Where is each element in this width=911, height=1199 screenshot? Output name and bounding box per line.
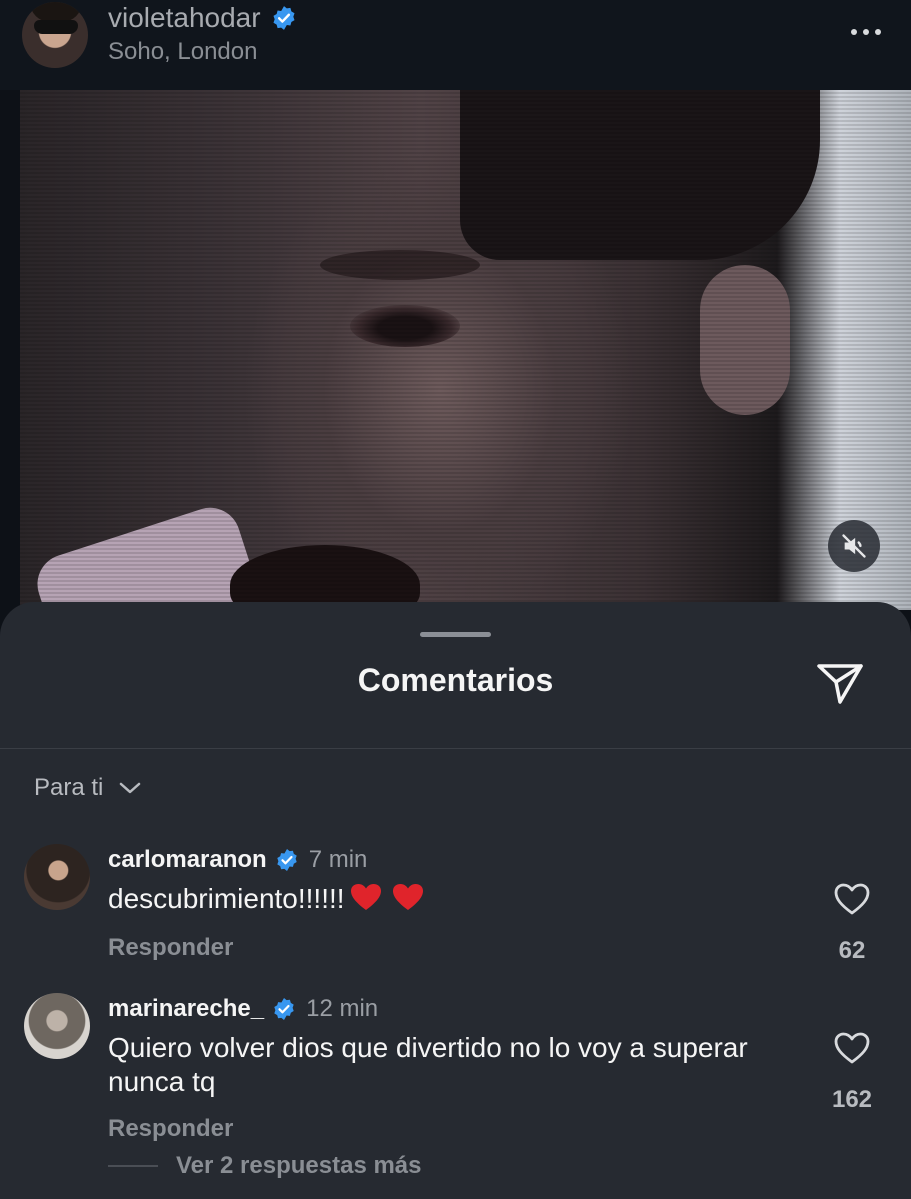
post-location[interactable]: Soho, London (108, 38, 257, 66)
heart-emoji-icon (392, 884, 423, 910)
commenter-row: carlomaranon 7 min (108, 846, 367, 874)
like-count: 162 (831, 1086, 873, 1113)
like-count: 62 (838, 937, 866, 964)
post-author-avatar[interactable] (22, 2, 88, 68)
sheet-divider (0, 748, 911, 749)
filter-label: Para ti (34, 774, 104, 801)
verified-badge-icon (274, 998, 294, 1020)
speaker-muted-icon (842, 534, 866, 558)
comment-text: descubrimiento!!!!!! (108, 883, 345, 914)
drag-handle[interactable] (420, 632, 491, 637)
comments-sheet: Comentarios Para ti carlomaranon 7 min d… (0, 602, 911, 1199)
commenter-row: marinareche_ 12 min (108, 995, 378, 1023)
comment-text-row: descubrimiento!!!!!! (108, 882, 808, 916)
comment-time: 7 min (308, 846, 368, 873)
view-more-replies-button[interactable]: Ver 2 respuestas más (108, 1152, 422, 1180)
share-icon[interactable] (814, 658, 866, 706)
comment-time: 12 min (306, 995, 379, 1022)
post-author-row: violetahodar (108, 2, 297, 34)
comment-text: Quiero volver dios que divertido no lo v… (108, 1032, 748, 1097)
comment-filter-dropdown[interactable]: Para ti (34, 774, 141, 802)
verified-badge-icon (273, 6, 295, 30)
sheet-title: Comentarios (357, 662, 554, 698)
view-more-replies-label: Ver 2 respuestas más (176, 1152, 422, 1179)
mute-button[interactable] (828, 520, 880, 572)
heart-icon[interactable] (833, 1031, 871, 1065)
heart-icon[interactable] (833, 882, 871, 916)
more-options-icon[interactable] (846, 22, 886, 42)
commenter-avatar[interactable] (24, 844, 90, 910)
reply-button[interactable]: Responder (108, 934, 233, 962)
replies-divider-line (108, 1165, 158, 1167)
post-video[interactable] (20, 90, 911, 610)
commenter-avatar[interactable] (24, 993, 90, 1059)
heart-emoji-icon (350, 884, 381, 910)
post-author-username[interactable]: violetahodar (108, 2, 261, 34)
verified-badge-icon (277, 849, 297, 871)
reply-button[interactable]: Responder (108, 1115, 233, 1143)
chevron-down-icon (120, 782, 141, 794)
commenter-username[interactable]: carlomaranon (108, 846, 267, 874)
post-header: violetahodar Soho, London (0, 0, 911, 90)
commenter-username[interactable]: marinareche_ (108, 995, 264, 1023)
